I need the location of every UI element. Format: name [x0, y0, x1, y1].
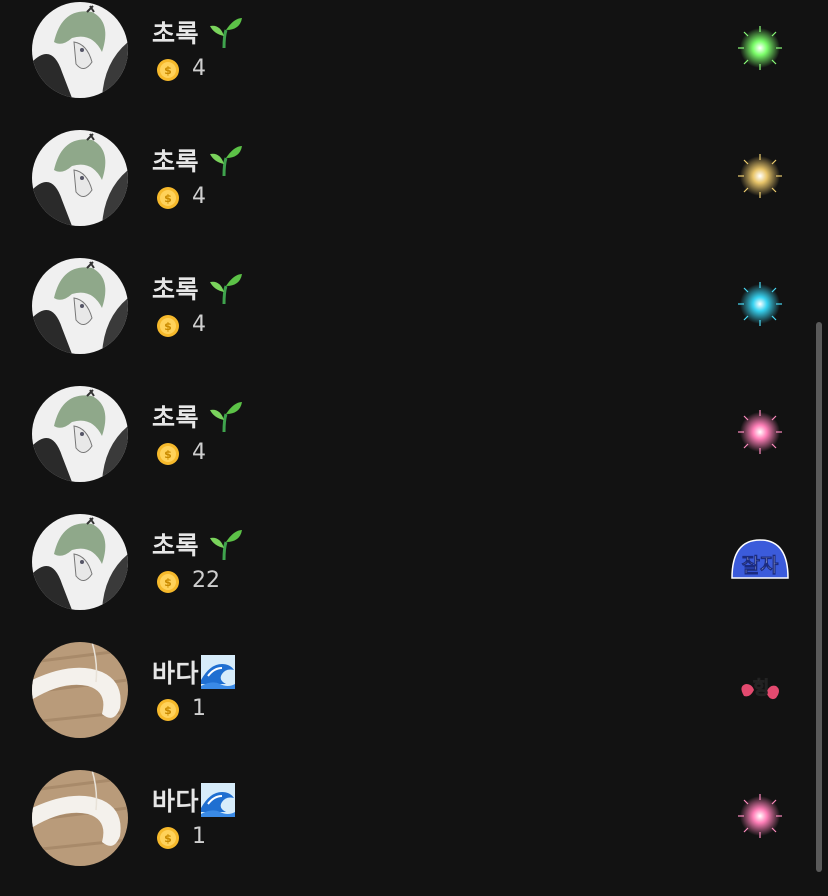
gold-firework-icon — [730, 146, 790, 206]
sprout-icon — [208, 398, 244, 434]
coin-icon: $ — [157, 699, 179, 721]
user-name: 바다 — [152, 654, 199, 690]
user-name-text: 초록 — [152, 147, 200, 176]
wave-icon — [200, 782, 236, 818]
sprout-icon — [208, 142, 244, 178]
user-name-text: 초록 — [152, 19, 200, 48]
coin-count: 4 — [192, 184, 206, 209]
sprout-icon — [208, 526, 244, 562]
list-item[interactable]: 바다 $ 1 — [0, 768, 828, 896]
avatar[interactable] — [32, 642, 128, 738]
avatar[interactable] — [32, 130, 128, 226]
wave-icon — [200, 654, 236, 690]
coin-count: 4 — [192, 56, 206, 81]
avatar[interactable] — [32, 514, 128, 610]
user-name-text: 바다 — [152, 787, 200, 816]
svg-text:$: $ — [164, 704, 172, 717]
gift-list: 초록 $ 4 초록 $ 4 초록 $ 4 초록 $ 4 초록 $ 22 잘자 바… — [0, 0, 828, 882]
svg-text:$: $ — [164, 64, 172, 77]
heart-sticker-icon: 힝 — [730, 658, 790, 718]
coin-icon: $ — [157, 187, 179, 209]
cyan-firework-icon — [730, 274, 790, 334]
coin-count: 1 — [192, 824, 206, 849]
avatar[interactable] — [32, 386, 128, 482]
user-name-text: 초록 — [152, 531, 200, 560]
user-name: 바다 — [152, 782, 199, 818]
green-firework-icon — [730, 18, 790, 78]
user-name: 초록 — [152, 398, 199, 434]
coin-icon: $ — [157, 571, 179, 593]
user-name: 초록 — [152, 270, 199, 306]
svg-text:$: $ — [164, 576, 172, 589]
user-name-text: 초록 — [152, 403, 200, 432]
list-item[interactable]: 초록 $ 4 — [0, 128, 828, 256]
pink-firework-icon — [730, 402, 790, 462]
coin-count: 22 — [192, 568, 220, 593]
svg-text:$: $ — [164, 448, 172, 461]
coin-count: 4 — [192, 312, 206, 337]
avatar[interactable] — [32, 2, 128, 98]
list-item[interactable]: 바다 $ 1 힝 — [0, 640, 828, 768]
user-name-text: 바다 — [152, 659, 200, 688]
scrollbar-thumb[interactable] — [816, 322, 822, 872]
svg-text:$: $ — [164, 320, 172, 333]
goodnight-sticker-icon: 잘자 — [730, 530, 790, 590]
list-item[interactable]: 초록 $ 4 — [0, 0, 828, 128]
coin-count: 1 — [192, 696, 206, 721]
user-name: 초록 — [152, 14, 199, 50]
list-item[interactable]: 초록 $ 4 — [0, 384, 828, 512]
user-name: 초록 — [152, 142, 199, 178]
list-item[interactable]: 초록 $ 4 — [0, 256, 828, 384]
avatar[interactable] — [32, 258, 128, 354]
avatar[interactable] — [32, 770, 128, 866]
svg-text:$: $ — [164, 832, 172, 845]
sprout-icon — [208, 14, 244, 50]
coin-icon: $ — [157, 315, 179, 337]
list-item[interactable]: 초록 $ 22 잘자 — [0, 512, 828, 640]
coin-icon: $ — [157, 59, 179, 81]
coin-icon: $ — [157, 827, 179, 849]
gift-sticker-text: 잘자 — [742, 553, 779, 577]
user-name: 초록 — [152, 526, 199, 562]
user-name-text: 초록 — [152, 275, 200, 304]
coin-icon: $ — [157, 443, 179, 465]
coin-count: 4 — [192, 440, 206, 465]
sprout-icon — [208, 270, 244, 306]
svg-text:$: $ — [164, 192, 172, 205]
gift-sticker-text: 힝 — [753, 678, 770, 699]
pink-firework-icon — [730, 786, 790, 846]
